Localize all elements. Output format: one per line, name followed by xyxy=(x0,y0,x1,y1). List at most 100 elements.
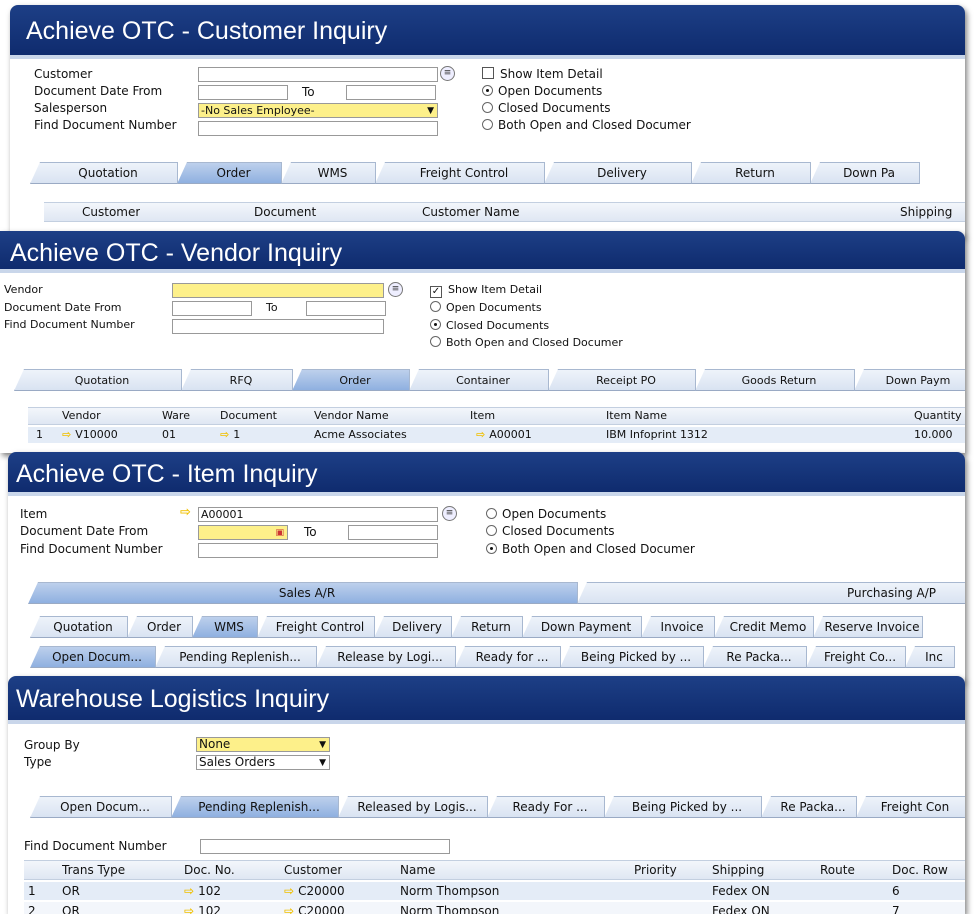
tab-sales-ar[interactable]: Sales A/R xyxy=(28,582,578,604)
vendor-label: Vendor xyxy=(4,283,43,296)
tab-pending-replenish[interactable]: Pending Replenish... xyxy=(171,796,339,818)
type-select[interactable]: Sales Orders ▼ xyxy=(196,755,330,770)
tab-re-packaging[interactable]: Re Packa... xyxy=(703,646,807,668)
date-to-input[interactable] xyxy=(346,85,436,100)
tab-quotation[interactable]: Quotation xyxy=(30,616,128,638)
tab-wms[interactable]: WMS xyxy=(281,162,376,184)
choose-list-icon[interactable]: ≡ xyxy=(440,66,455,81)
tab-rfq[interactable]: RFQ xyxy=(181,369,293,391)
tab-invoice[interactable]: Invoice xyxy=(641,616,715,638)
tab-inc[interactable]: Inc xyxy=(905,646,955,668)
find-document-input[interactable] xyxy=(198,121,438,136)
tab-order[interactable]: Order xyxy=(177,162,282,184)
tab-freight-control[interactable]: Freight Con xyxy=(856,796,965,818)
tab-ready-for[interactable]: Ready for ... xyxy=(455,646,561,668)
choose-list-icon[interactable]: ≡ xyxy=(388,282,403,297)
tab-pending-replenish[interactable]: Pending Replenish... xyxy=(155,646,317,668)
salesperson-select[interactable]: -No Sales Employee- ▼ xyxy=(198,103,438,118)
tab-being-picked[interactable]: Being Picked by ... xyxy=(560,646,704,668)
tab-ready-for[interactable]: Ready For ... xyxy=(487,796,605,818)
open-documents-radio[interactable]: Open Documents xyxy=(430,301,542,314)
link-arrow-icon[interactable]: ⇨ xyxy=(284,884,294,898)
item-input[interactable]: A00001 xyxy=(198,507,438,522)
find-document-input[interactable] xyxy=(172,319,384,334)
column-header: Doc. Row xyxy=(892,863,948,877)
closed-documents-radio[interactable]: Closed Documents xyxy=(486,524,615,538)
date-to-input[interactable] xyxy=(306,301,386,316)
group-by-select[interactable]: None ▼ xyxy=(196,737,330,752)
column-header: Customer Name xyxy=(422,205,520,219)
tab-open-documents[interactable]: Open Docum... xyxy=(30,796,172,818)
show-item-detail-checkbox[interactable]: Show Item Detail xyxy=(482,67,603,81)
document-cell[interactable]: ⇨ 1 xyxy=(220,428,240,441)
link-arrow-icon[interactable]: ⇨ xyxy=(284,904,294,914)
tab-container[interactable]: Container xyxy=(409,369,549,391)
both-documents-radio[interactable]: Both Open and Closed Documer xyxy=(430,336,623,349)
tab-receipt-po[interactable]: Receipt PO xyxy=(548,369,696,391)
date-from-input[interactable]: ▣ xyxy=(198,525,288,540)
date-from-input[interactable] xyxy=(172,301,252,316)
tab-being-picked[interactable]: Being Picked by ... xyxy=(604,796,762,818)
tab-down-payment[interactable]: Down Pa xyxy=(810,162,920,184)
tab-return[interactable]: Return xyxy=(691,162,811,184)
link-arrow-icon[interactable]: ⇨ xyxy=(184,904,194,914)
customer-input[interactable] xyxy=(198,67,438,82)
find-document-label: Find Document Number xyxy=(4,318,135,331)
tab-released-by-logistics[interactable]: Released by Logis... xyxy=(338,796,488,818)
tab-delivery[interactable]: Delivery xyxy=(544,162,692,184)
customer-cell[interactable]: ⇨ C20000 xyxy=(284,904,345,914)
both-documents-radio[interactable]: Both Open and Closed Documer xyxy=(486,542,695,556)
vendor-cell[interactable]: ⇨ V10000 xyxy=(62,428,118,441)
tab-return[interactable]: Return xyxy=(451,616,523,638)
link-arrow-icon[interactable]: ⇨ xyxy=(476,428,485,441)
tab-freight-control[interactable]: Freight Co... xyxy=(806,646,906,668)
closed-documents-radio[interactable]: Closed Documents xyxy=(482,101,611,115)
date-to-input[interactable] xyxy=(348,525,438,540)
tab-quotation[interactable]: Quotation xyxy=(30,162,178,184)
link-arrow-icon[interactable]: ⇨ xyxy=(220,428,229,441)
tab-purchasing-ap[interactable]: Purchasing A/P xyxy=(577,582,965,604)
closed-documents-radio[interactable]: Closed Documents xyxy=(430,319,549,332)
both-documents-radio[interactable]: Both Open and Closed Documer xyxy=(482,118,691,132)
to-label: To xyxy=(266,301,278,314)
doc-number-cell[interactable]: ⇨ 102 xyxy=(184,904,221,914)
open-documents-radio[interactable]: Open Documents xyxy=(486,507,606,521)
radio-label: Both Open and Closed Documer xyxy=(446,336,623,349)
calendar-icon[interactable]: ▣ xyxy=(275,527,284,539)
open-documents-radio[interactable]: Open Documents xyxy=(482,84,602,98)
tab-release-by-logistics[interactable]: Release by Logi... xyxy=(316,646,456,668)
find-document-input[interactable] xyxy=(200,839,450,854)
doc-number-cell[interactable]: ⇨ 102 xyxy=(184,884,221,898)
choose-list-icon[interactable]: ≡ xyxy=(442,506,457,521)
column-header: Item Name xyxy=(606,409,667,422)
tab-down-payment[interactable]: Down Payment xyxy=(522,616,642,638)
tab-freight-control[interactable]: Freight Control xyxy=(257,616,375,638)
tab-reserve-invoice[interactable]: Reserve Invoice xyxy=(813,616,923,638)
show-item-detail-checkbox[interactable]: ✓ Show Item Detail xyxy=(430,283,542,298)
tab-order[interactable]: Order xyxy=(127,616,193,638)
link-arrow-icon[interactable]: ⇨ xyxy=(180,505,191,520)
tab-credit-memo[interactable]: Credit Memo xyxy=(714,616,814,638)
link-arrow-icon[interactable]: ⇨ xyxy=(184,884,194,898)
find-document-input[interactable] xyxy=(198,543,438,558)
tab-down-payment[interactable]: Down Paym xyxy=(854,369,965,391)
customer-cell[interactable]: ⇨ C20000 xyxy=(284,884,345,898)
customer-label: Customer xyxy=(34,67,93,81)
tab-re-packaging[interactable]: Re Packa... xyxy=(761,796,857,818)
tab-order[interactable]: Order xyxy=(292,369,410,391)
radio-button-icon xyxy=(482,102,493,113)
row-number: 1 xyxy=(28,884,36,898)
link-arrow-icon[interactable]: ⇨ xyxy=(62,428,71,441)
row-number: 1 xyxy=(36,428,43,441)
type-value: Sales Orders xyxy=(199,755,276,769)
tab-delivery[interactable]: Delivery xyxy=(374,616,452,638)
tab-wms[interactable]: WMS xyxy=(192,616,258,638)
tab-goods-return[interactable]: Goods Return xyxy=(695,369,855,391)
tab-quotation[interactable]: Quotation xyxy=(14,369,182,391)
vendor-input[interactable] xyxy=(172,283,384,298)
tab-freight-control[interactable]: Freight Control xyxy=(375,162,545,184)
date-from-input[interactable] xyxy=(198,85,288,100)
tab-open-documents[interactable]: Open Docum... xyxy=(30,646,156,668)
group-by-label: Group By xyxy=(24,738,80,752)
item-cell[interactable]: ⇨ A00001 xyxy=(476,428,532,441)
